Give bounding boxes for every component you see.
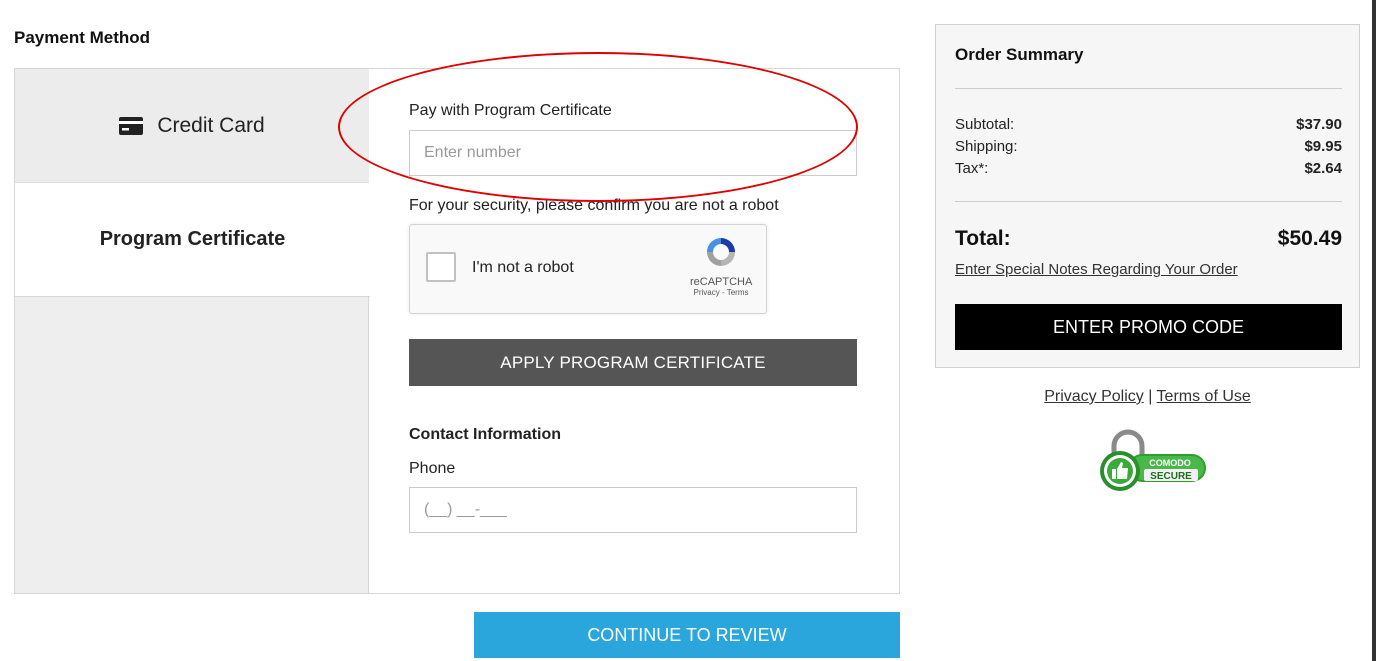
padlock-icon: COMODO SECURE — [1100, 429, 1206, 491]
divider — [955, 201, 1342, 202]
seal-label: SECURE — [1150, 471, 1192, 482]
subtotal-value: $37.90 — [1296, 116, 1342, 133]
certificate-label: Pay with Program Certificate — [409, 102, 612, 119]
tab-credit-card[interactable]: Credit Card — [15, 69, 369, 183]
total-label: Total: — [955, 227, 1011, 250]
seal-brand: COMODO — [1149, 458, 1191, 468]
recaptcha-icon — [707, 238, 735, 266]
tax-row: Tax*: $2.64 — [955, 160, 1342, 177]
scrollbar-thumb[interactable] — [1372, 0, 1376, 661]
phone-label: Phone — [409, 460, 456, 477]
order-summary-title: Order Summary — [955, 45, 1084, 64]
payment-panel: Credit Card Program Certificate Pay with… — [14, 68, 900, 594]
tab-program-certificate-label: Program Certificate — [99, 228, 286, 250]
tab-program-certificate[interactable]: Program Certificate — [15, 183, 370, 297]
recaptcha-links[interactable]: Privacy - Terms — [690, 288, 752, 297]
recaptcha-widget: I'm not a robot reCAPTCHA Privacy - Term… — [409, 224, 767, 314]
security-text: For your security, please confirm you ar… — [409, 197, 779, 214]
total-row: Total: $50.49 — [955, 227, 1342, 251]
recaptcha-logo: reCAPTCHA Privacy - Terms — [690, 235, 752, 297]
shipping-row: Shipping: $9.95 — [955, 138, 1342, 155]
terms-of-use-link[interactable]: Terms of Use — [1157, 388, 1251, 405]
recaptcha-brand: reCAPTCHA — [690, 276, 753, 288]
tax-value: $2.64 — [1304, 160, 1342, 177]
scrollbar[interactable] — [1371, 0, 1377, 661]
payment-tabs: Credit Card Program Certificate — [15, 69, 370, 593]
tab-credit-card-label: Credit Card — [157, 113, 265, 137]
recaptcha-label: I'm not a robot — [472, 259, 574, 276]
privacy-policy-link[interactable]: Privacy Policy — [1044, 388, 1144, 405]
divider — [955, 88, 1342, 89]
apply-certificate-button[interactable]: APPLY PROGRAM CERTIFICATE — [409, 339, 857, 386]
subtotal-label: Subtotal: — [955, 116, 1015, 133]
certificate-number-input[interactable] — [409, 130, 857, 176]
payment-method-heading: Payment Method — [14, 28, 151, 47]
phone-input[interactable] — [409, 487, 857, 533]
contact-info-heading: Contact Information — [409, 426, 561, 443]
shipping-value: $9.95 — [1304, 138, 1342, 155]
footer-links: Privacy Policy | Terms of Use — [935, 388, 1360, 406]
recaptcha-checkbox[interactable] — [426, 252, 456, 282]
enter-promo-code-button[interactable]: ENTER PROMO CODE — [955, 304, 1342, 350]
shipping-label: Shipping: — [955, 138, 1018, 155]
comodo-secure-seal[interactable]: COMODO SECURE — [1096, 428, 1208, 494]
subtotal-row: Subtotal: $37.90 — [955, 116, 1342, 133]
link-separator: | — [1148, 388, 1153, 405]
special-notes-link[interactable]: Enter Special Notes Regarding Your Order — [955, 261, 1238, 278]
order-summary: Order Summary Subtotal: $37.90 Shipping:… — [935, 24, 1360, 368]
continue-to-review-button[interactable]: CONTINUE TO REVIEW — [474, 612, 900, 658]
total-value: $50.49 — [1277, 227, 1342, 250]
credit-card-icon — [119, 116, 144, 135]
tax-label: Tax*: — [955, 160, 989, 177]
